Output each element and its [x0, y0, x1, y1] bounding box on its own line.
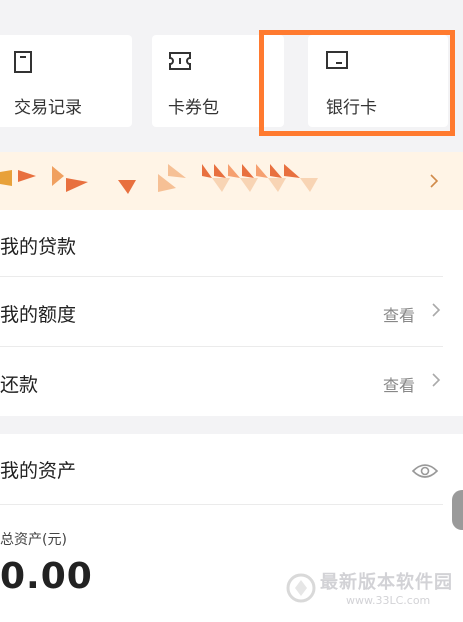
section-title: 我的贷款 [0, 236, 77, 258]
document-icon [14, 51, 32, 73]
total-assets-value: 0.00 [0, 556, 93, 597]
row-label: 我的额度 [0, 304, 77, 326]
view-link[interactable]: 查看 [383, 372, 415, 396]
banner-decoration [0, 164, 318, 194]
floating-tab[interactable] [452, 490, 463, 530]
eye-icon[interactable] [411, 462, 439, 480]
row-repayment[interactable]: 还款 查看 [0, 348, 463, 416]
row-label: 还款 [0, 374, 39, 396]
row-my-credit[interactable]: 我的额度 查看 [0, 278, 463, 346]
section-title: 我的资产 [0, 460, 77, 482]
assets-header: 我的资产 [0, 434, 463, 502]
quick-action-transactions[interactable]: 交易记录 [0, 35, 132, 127]
chevron-right-icon [432, 303, 441, 317]
promo-banner[interactable] [0, 152, 463, 210]
view-link[interactable]: 查看 [383, 302, 415, 326]
watermark-text: 最新版本软件园 [320, 572, 453, 593]
divider [0, 346, 443, 347]
divider [0, 276, 443, 277]
watermark-logo [286, 573, 316, 603]
chevron-right-icon [432, 373, 441, 387]
loans-header: 我的贷款 [0, 210, 463, 278]
watermark: 最新版本软件园 www.33LC.com [286, 562, 463, 618]
quick-action-label: 卡券包 [168, 98, 219, 118]
divider [0, 504, 443, 505]
ticket-icon [169, 52, 191, 70]
chevron-right-icon [430, 174, 439, 188]
highlight-box [259, 30, 455, 136]
watermark-url: www.33LC.com [346, 594, 431, 607]
total-assets-label: 总资产(元) [0, 532, 67, 548]
loans-section: 我的贷款 我的额度 查看 还款 查看 [0, 210, 463, 416]
quick-action-label: 交易记录 [14, 98, 82, 118]
